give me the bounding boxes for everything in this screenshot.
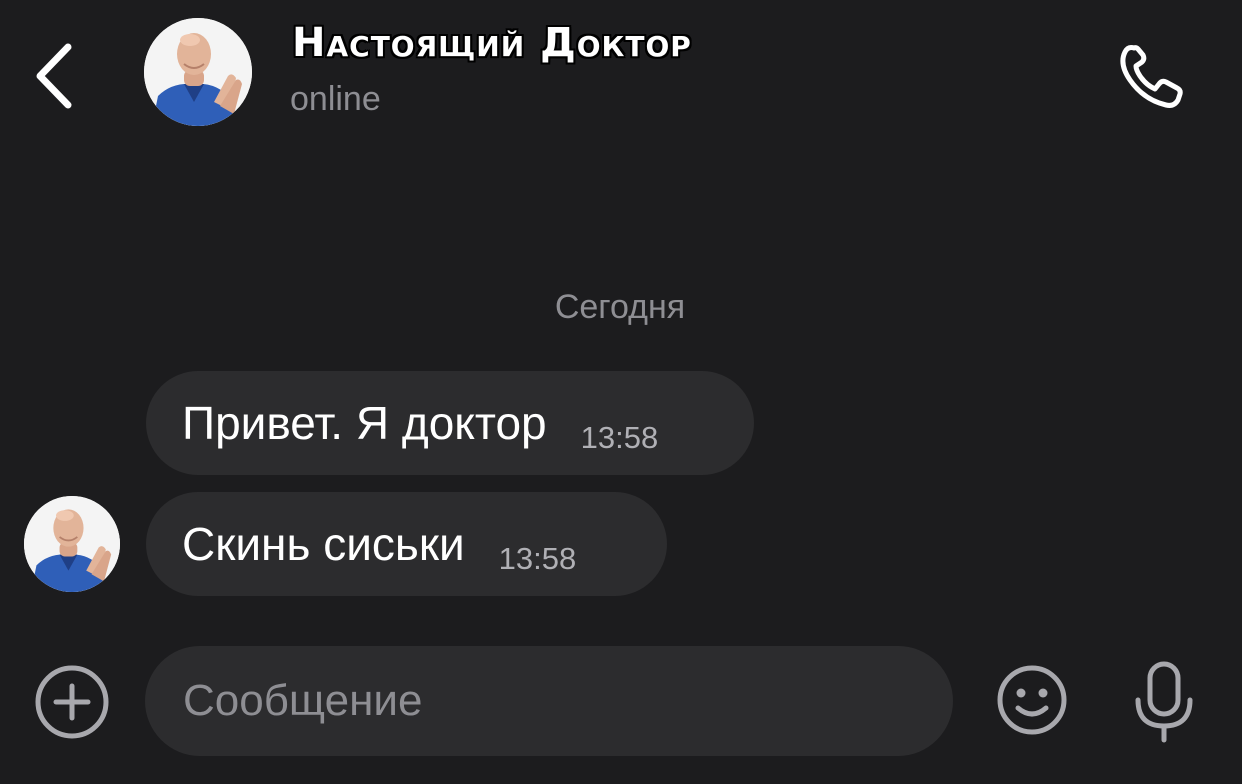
phone-icon — [1120, 45, 1183, 108]
chat-title[interactable]: Настоящий Доктор — [292, 20, 692, 66]
contact-avatar[interactable] — [144, 18, 252, 126]
smiley-icon — [997, 665, 1067, 735]
message-input-container[interactable] — [145, 646, 953, 756]
message-bubble[interactable]: Скинь сиськи 13:58 — [146, 492, 667, 596]
emoji-button[interactable] — [996, 664, 1068, 736]
message-text: Привет. Я доктор — [182, 397, 547, 449]
message-input[interactable] — [181, 675, 905, 727]
date-separator: Сегодня — [554, 288, 686, 326]
sender-avatar[interactable] — [24, 496, 120, 592]
voice-message-button[interactable] — [1130, 660, 1198, 744]
attach-button[interactable] — [34, 664, 110, 740]
call-button[interactable] — [1112, 38, 1192, 114]
plus-circle-icon — [35, 665, 109, 739]
microphone-icon — [1135, 661, 1193, 743]
chevron-left-icon — [36, 43, 72, 109]
message-time: 13:58 — [498, 541, 577, 576]
avatar-image — [24, 496, 120, 592]
back-button[interactable] — [28, 40, 80, 112]
message-time: 13:58 — [580, 420, 659, 455]
avatar-image — [144, 18, 252, 126]
message-bubble[interactable]: Привет. Я доктор 13:58 — [146, 371, 754, 475]
message-text: Скинь сиськи — [182, 518, 465, 570]
presence-status: online — [290, 80, 381, 118]
